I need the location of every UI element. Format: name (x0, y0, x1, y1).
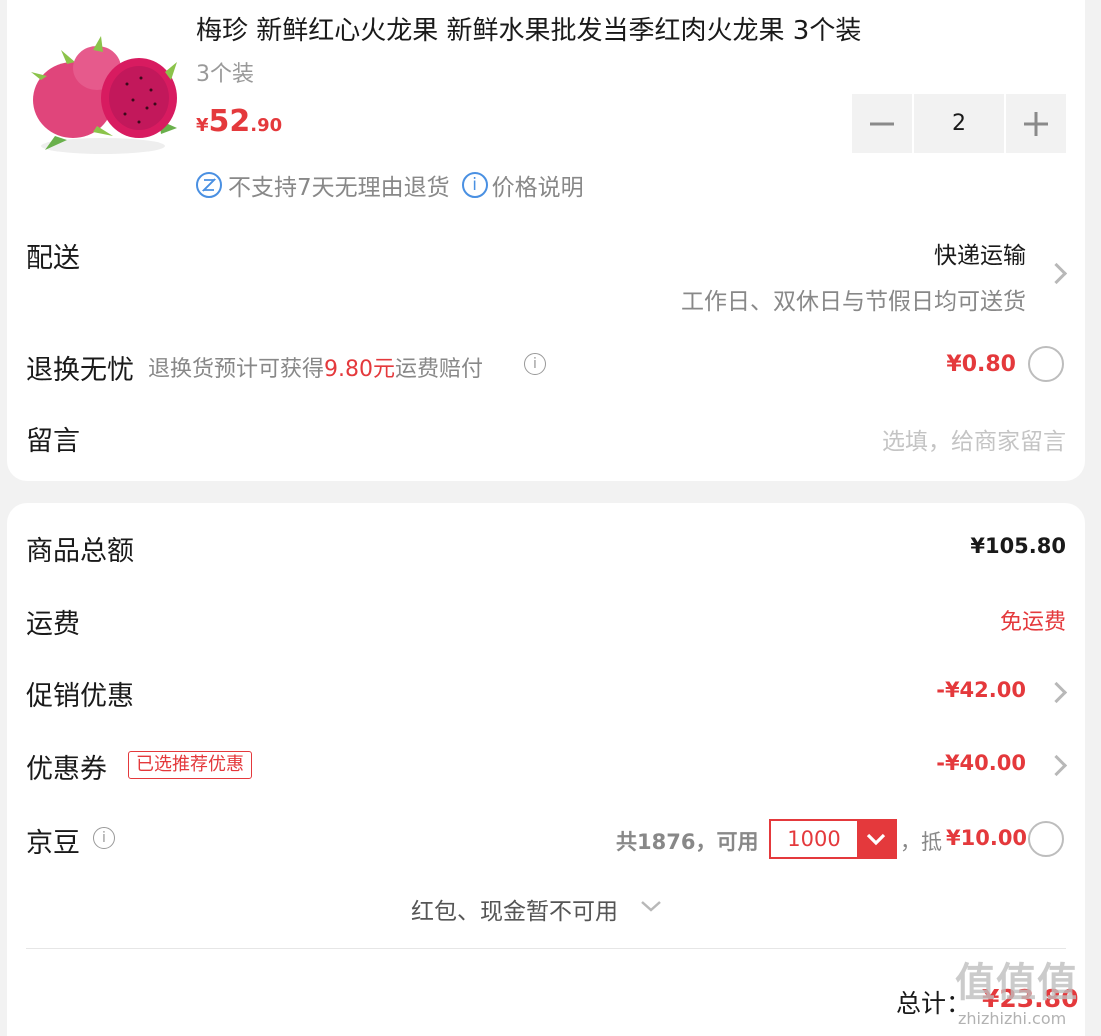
coupon-chevron-icon[interactable] (1045, 754, 1068, 777)
beans-deduct-value: ¥10.00 (946, 826, 1028, 850)
price-integer: 52 (208, 104, 251, 139)
beans-radio[interactable] (1028, 821, 1064, 857)
plus-icon (1024, 111, 1048, 136)
price-decimal: .90 (250, 115, 283, 136)
coupon-value[interactable]: -¥40.00 (936, 751, 1026, 775)
beans-info-icon[interactable]: i (93, 827, 115, 849)
beans-selected-value: 1000 (787, 827, 841, 851)
product-image[interactable] (27, 28, 179, 158)
return-worry-info-icon[interactable]: i (524, 353, 546, 375)
summary-divider (26, 948, 1066, 949)
increase-quantity-button[interactable] (1006, 94, 1066, 153)
redpacket-note[interactable]: 红包、现金暂不可用 (411, 892, 618, 926)
chevron-down-icon (857, 821, 895, 857)
promo-label: 促销优惠 (26, 681, 134, 712)
price-summary-card: 商品总额 ¥105.80 运费 免运费 促销优惠 -¥42.00 优惠券 已选推… (7, 503, 1085, 1036)
return-worry-desc: 退换货预计可获得9.80元运费赔付 (148, 351, 483, 383)
beans-separator: ， (900, 830, 921, 854)
minus-icon (870, 122, 894, 125)
delivery-method[interactable]: 快递运输 (934, 236, 1026, 270)
return-policy-text: 不支持7天无理由退货 (228, 175, 450, 201)
message-label: 留言 (26, 426, 80, 457)
redpacket-chevron-icon[interactable] (640, 898, 662, 917)
beans-available: 共1876，可用 (616, 830, 759, 854)
beans-amount-select[interactable]: 1000 (769, 819, 897, 859)
watermark-site: zhizhizhi.com (958, 1009, 1067, 1028)
beans-deduct-prefix: 抵 (921, 830, 942, 854)
delivery-schedule: 工作日、双休日与节假日均可送货 (681, 289, 1026, 315)
shipping-value: 免运费 (999, 610, 1066, 635)
price-currency: ¥ (196, 115, 209, 136)
promo-chevron-icon[interactable] (1045, 681, 1068, 704)
return-worry-desc-suffix: 运费赔付 (395, 357, 484, 382)
return-worry-radio[interactable] (1028, 346, 1064, 382)
goods-total-value: ¥105.80 (970, 534, 1066, 558)
quantity-value[interactable]: 2 (914, 94, 1004, 153)
beans-label: 京豆 (26, 828, 80, 859)
coupon-label: 优惠券 (26, 754, 107, 785)
return-worry-amount: 9.80元 (324, 357, 396, 382)
shipping-label: 运费 (26, 609, 80, 640)
price-note-link[interactable]: 价格说明 (492, 168, 584, 202)
return-worry-desc-prefix: 退换货预计可获得 (148, 357, 325, 382)
decrease-quantity-button[interactable] (852, 94, 912, 153)
product-spec: 3个装 (196, 62, 254, 87)
no-return-icon (196, 172, 222, 198)
return-worry-price: ¥0.80 (946, 352, 1016, 377)
delivery-chevron-icon[interactable] (1045, 262, 1068, 285)
delivery-label: 配送 (26, 243, 80, 274)
product-title[interactable]: 梅珍 新鲜红心火龙果 新鲜水果批发当季红肉火龙果 3个装 (196, 10, 861, 47)
return-worry-label: 退换无忧 (26, 355, 134, 386)
info-icon: i (461, 172, 488, 198)
message-input[interactable]: 选填，给商家留言 (882, 422, 1066, 456)
promo-value[interactable]: -¥42.00 (936, 678, 1026, 702)
product-price: ¥52.90 (196, 104, 282, 139)
service-policy-row: 不支持7天无理由退货 i 价格说明 (196, 168, 584, 202)
coupon-selected-tag: 已选推荐优惠 (128, 751, 252, 779)
goods-total-label: 商品总额 (26, 536, 134, 567)
order-item-card: 梅珍 新鲜红心火龙果 新鲜水果批发当季红肉火龙果 3个装 3个装 ¥52.90 … (7, 0, 1085, 481)
watermark-logo: 值值值 (955, 960, 1078, 1006)
quantity-stepper: 2 (852, 94, 1066, 153)
